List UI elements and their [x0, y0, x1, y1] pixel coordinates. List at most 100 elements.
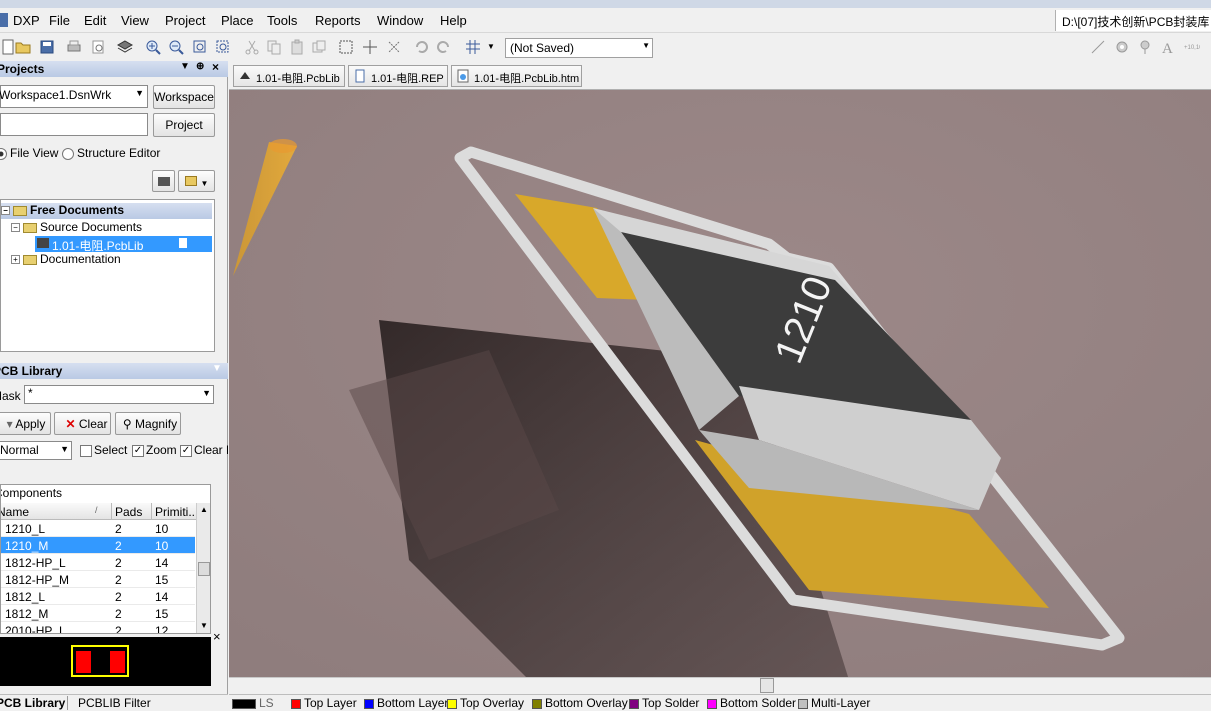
save-icon[interactable]	[39, 39, 55, 55]
table-row[interactable]: 1812_M 2 15	[1, 605, 195, 622]
layer-tab-bottom-solder[interactable]: Bottom Solder	[707, 696, 796, 710]
workspace-select[interactable]: Workspace1.DsnWrk ▼	[0, 85, 148, 108]
table-row[interactable]: 1812-HP_M 2 15	[1, 571, 195, 588]
close-icon[interactable]: ×	[213, 629, 221, 644]
zoom-in-icon[interactable]	[145, 39, 161, 55]
structure-editor-radio[interactable]: Structure Editor	[62, 146, 160, 160]
layer-tab-ls[interactable]: LS	[232, 696, 274, 710]
magnify-button[interactable]: ⚲ Magnify	[115, 412, 181, 435]
projects-panel-title: Projects	[0, 62, 45, 76]
select-checkbox[interactable]: Select	[80, 443, 127, 457]
collapse-icon[interactable]: −	[1, 206, 10, 216]
menu-window[interactable]: Window	[377, 13, 423, 28]
tree-free-documents[interactable]: − Free Documents	[1, 203, 212, 219]
project-select[interactable]	[0, 113, 148, 136]
table-row[interactable]: 1210_M 2 10	[1, 537, 195, 554]
scroll-thumb[interactable]	[760, 678, 774, 693]
layer-tab-bottom-overlay[interactable]: Bottom Overlay	[532, 696, 628, 710]
panel-menu-icon[interactable]: ▼	[212, 363, 222, 374]
pad-icon[interactable]	[1137, 39, 1153, 55]
apply-button[interactable]: ▾ Apply	[0, 412, 51, 435]
menu-view[interactable]: View	[121, 13, 149, 28]
tab-pcb-library[interactable]: PCB Library	[0, 696, 65, 710]
mask-input[interactable]: * ▼	[24, 385, 214, 404]
text-icon[interactable]: A	[1160, 39, 1176, 55]
pin-icon[interactable]: ⊕	[196, 61, 204, 72]
workspace-button[interactable]: Workspace	[153, 85, 215, 109]
table-row[interactable]: 1210_L 2 10	[1, 520, 195, 537]
cut-icon[interactable]	[244, 39, 260, 55]
tree-documentation[interactable]: + Documentation	[11, 252, 121, 266]
deselect-icon[interactable]	[386, 39, 402, 55]
cell-pads: 2	[115, 573, 122, 587]
table-row[interactable]: 1812-HP_L 2 14	[1, 554, 195, 571]
project-docs-button[interactable]: ▼	[178, 170, 215, 192]
print-preview-icon[interactable]	[90, 39, 106, 55]
3d-viewport[interactable]: 1210	[229, 90, 1211, 677]
save-state-combo[interactable]: (Not Saved) ▼	[505, 38, 653, 58]
mode-select[interactable]: Normal ▼	[0, 441, 72, 460]
cell-primitives: 10	[155, 522, 169, 536]
menu-reports[interactable]: Reports	[315, 13, 361, 28]
close-icon[interactable]: ×	[212, 60, 219, 74]
menu-dxp[interactable]: DXP	[13, 13, 40, 28]
scroll-up-icon[interactable]: ▲	[200, 505, 208, 514]
menu-file[interactable]: File	[49, 13, 70, 28]
zoom-selection-icon[interactable]	[215, 39, 231, 55]
layer-stack-icon[interactable]	[117, 39, 133, 55]
via-icon[interactable]	[1114, 39, 1130, 55]
rubber-stamp-icon[interactable]	[311, 39, 327, 55]
tree-selected-file[interactable]: 1.01-电阻.PcbLib	[35, 236, 212, 253]
menu-edit[interactable]: Edit	[84, 13, 106, 28]
tab-pcblib[interactable]: 1.01-电阻.PcbLib	[233, 65, 345, 87]
select-area-icon[interactable]	[338, 39, 354, 55]
menu-place[interactable]: Place	[221, 13, 254, 28]
line-icon[interactable]	[1090, 39, 1106, 55]
open-folder-icon[interactable]	[15, 39, 31, 55]
move-icon[interactable]	[362, 39, 378, 55]
layer-tab-multi-layer[interactable]: Multi-Layer	[798, 696, 870, 710]
new-icon[interactable]	[0, 39, 16, 55]
layer-tab-top-overlay[interactable]: Top Overlay	[447, 696, 524, 710]
print-icon[interactable]	[66, 39, 82, 55]
tab-htm[interactable]: 1.01-电阻.PcbLib.htm	[451, 65, 582, 87]
layer-tab-top-layer[interactable]: Top Layer	[291, 696, 357, 710]
cell-primitives: 12	[155, 624, 169, 634]
table-row[interactable]: 1812_L 2 14	[1, 588, 195, 605]
paste-icon[interactable]	[289, 39, 305, 55]
tab-rep[interactable]: 1.01-电阻.REP	[348, 65, 448, 87]
clear-existing-checkbox[interactable]: ✓Clear E	[180, 443, 228, 457]
grid-icon[interactable]	[465, 39, 481, 55]
column-name[interactable]: Name	[1, 505, 29, 519]
layer-tab-bottom-layer[interactable]: Bottom Layer	[364, 696, 448, 710]
project-layers-button[interactable]	[152, 170, 175, 192]
file-view-radio[interactable]: File View	[0, 146, 58, 160]
redo-icon[interactable]	[436, 39, 452, 55]
column-pads[interactable]: Pads	[111, 503, 142, 520]
collapse-icon[interactable]: −	[11, 223, 20, 233]
scroll-down-icon[interactable]: ▼	[200, 621, 208, 630]
menu-help[interactable]: Help	[440, 13, 467, 28]
viewport-scrollbar[interactable]	[229, 677, 1211, 694]
zoom-fit-icon[interactable]	[192, 39, 208, 55]
grid-dropdown-icon[interactable]: ▼	[487, 42, 495, 51]
project-button[interactable]: Project	[153, 113, 215, 137]
layer-tab-top-solder[interactable]: Top Solder	[629, 696, 699, 710]
tree-source-documents[interactable]: − Source Documents	[11, 220, 142, 234]
menu-tools[interactable]: Tools	[267, 13, 297, 28]
copy-icon[interactable]	[266, 39, 282, 55]
scroll-thumb[interactable]	[198, 562, 210, 576]
clear-button[interactable]: ✕ Clear	[54, 412, 111, 435]
tab-pcblib-filter[interactable]: PCBLIB Filter	[67, 696, 151, 710]
table-row[interactable]: 2010-HP_L 2 12	[1, 622, 195, 634]
column-primitives[interactable]: Primiti...	[151, 503, 195, 520]
panel-menu-icon[interactable]: ▼	[180, 61, 190, 72]
zoom-out-icon[interactable]	[168, 39, 184, 55]
dxp-icon[interactable]	[0, 13, 8, 27]
vertical-scrollbar[interactable]: ▲ ▼	[196, 503, 210, 633]
expand-icon[interactable]: +	[11, 255, 20, 265]
menu-project[interactable]: Project	[165, 13, 205, 28]
coordinate-icon[interactable]: +10,10	[1184, 39, 1200, 55]
zoom-checkbox[interactable]: ✓ Zoom	[132, 443, 177, 457]
undo-icon[interactable]	[413, 39, 429, 55]
